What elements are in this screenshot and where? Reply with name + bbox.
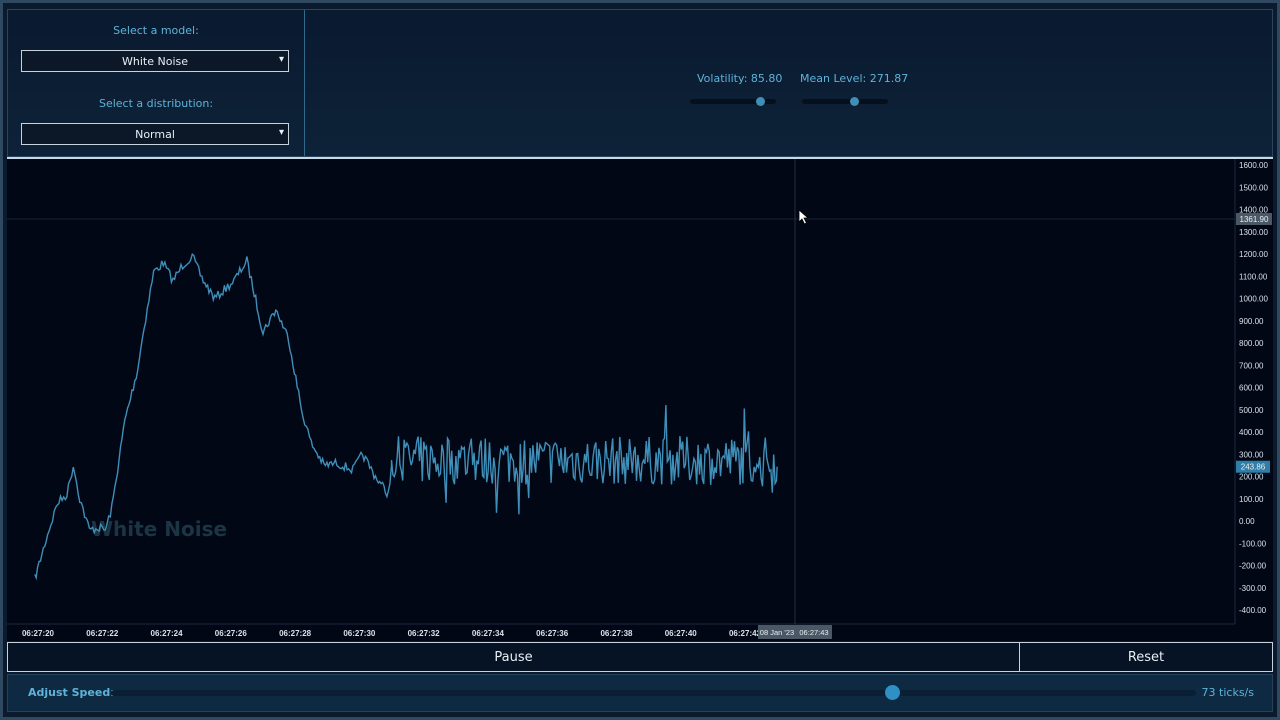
crosshair-price-label: 1361.90	[1240, 215, 1269, 224]
y-tick-label: -200.00	[1239, 562, 1267, 571]
y-tick-label: 300.00	[1239, 450, 1264, 459]
y-tick-label: 1000.00	[1239, 295, 1268, 304]
distribution-label: Select a distribution:	[98, 97, 214, 110]
chevron-down-icon: ▾	[278, 54, 284, 65]
speed-slider-thumb[interactable]	[885, 685, 901, 700]
y-tick-label: 1300.00	[1239, 228, 1268, 237]
volatility-label: Volatility: 85.80	[697, 72, 783, 85]
price-series-line	[34, 252, 778, 581]
y-tick-label: 900.00	[1239, 317, 1264, 326]
x-tick-label: 06:27:28	[279, 629, 312, 638]
y-tick-label: 1600.00	[1239, 161, 1268, 170]
speed-value: 73 ticks/s	[1201, 686, 1254, 699]
y-tick-label: 100.00	[1239, 495, 1264, 504]
x-tick-label: 06:27:26	[215, 629, 248, 638]
price-chart[interactable]: White Noise 1600.00 1500.00 1400.00 1300.00…	[7, 157, 1273, 641]
y-tick-label: 700.00	[1239, 361, 1264, 370]
y-tick-label: 800.00	[1239, 339, 1264, 348]
y-tick-label: 1100.00	[1239, 272, 1268, 281]
y-tick-label: 0.00	[1239, 517, 1255, 526]
distribution-select-value: Normal	[135, 127, 175, 141]
chevron-down-icon: ▾	[278, 127, 284, 138]
model-select[interactable]: White Noise ▾	[21, 50, 289, 72]
chart-canvas[interactable]: 1600.001500.001400.001300.001200.001100.…	[7, 159, 1273, 641]
x-tick-label: 06:27:42	[729, 629, 762, 638]
distribution-select[interactable]: Normal ▾	[21, 123, 289, 145]
y-tick-label: 600.00	[1239, 384, 1264, 393]
x-tick-label: 06:27:20	[22, 629, 55, 638]
y-tick-label: 1200.00	[1239, 250, 1268, 259]
volatility-slider-group: Volatility: 85.80	[690, 72, 783, 106]
model-select-value: White Noise	[122, 54, 188, 68]
playback-controls: Pause Reset	[7, 642, 1273, 672]
x-tick-label: 06:27:32	[408, 629, 441, 638]
mean-slider-thumb[interactable]	[850, 97, 859, 106]
y-tick-label: -100.00	[1239, 539, 1267, 548]
y-tick-label: -400.00	[1239, 606, 1267, 615]
speed-label: Adjust Speed:	[28, 686, 115, 699]
mouse-cursor-icon	[798, 209, 810, 225]
volatility-slider-track[interactable]	[690, 97, 776, 106]
speed-control: Adjust Speed: 73 ticks/s	[7, 674, 1273, 712]
x-tick-label: 06:27:34	[472, 629, 505, 638]
y-tick-label: -300.00	[1239, 584, 1267, 593]
speed-slider-track[interactable]	[111, 685, 1196, 700]
x-tick-label: 06:27:22	[86, 629, 119, 638]
crosshair-date-label: 08 Jan '23	[760, 628, 794, 637]
control-panel: Select a model: White Noise ▾ Select a d…	[7, 9, 1273, 157]
y-tick-label: 1500.00	[1239, 183, 1268, 192]
mean-slider-group: Mean Level: 271.87	[800, 72, 909, 106]
x-tick-label: 06:27:30	[343, 629, 376, 638]
crosshair-time-label: 06:27:43	[799, 628, 828, 637]
pause-button[interactable]: Pause	[8, 643, 1020, 671]
y-tick-label: 400.00	[1239, 428, 1264, 437]
y-tick-label: 200.00	[1239, 473, 1264, 482]
mean-slider-track[interactable]	[802, 97, 888, 106]
x-tick-label: 06:27:36	[536, 629, 569, 638]
last-price-label: 243.86	[1241, 463, 1266, 472]
y-tick-label: 500.00	[1239, 406, 1264, 415]
x-tick-label: 06:27:24	[151, 629, 184, 638]
mean-level-label: Mean Level: 271.87	[800, 72, 909, 85]
reset-button[interactable]: Reset	[1020, 643, 1272, 671]
x-tick-label: 06:27:38	[600, 629, 633, 638]
x-tick-label: 06:27:40	[665, 629, 698, 638]
volatility-slider-thumb[interactable]	[756, 97, 765, 106]
selector-group: Select a model: White Noise ▾ Select a d…	[8, 10, 305, 156]
model-label: Select a model:	[113, 24, 199, 37]
